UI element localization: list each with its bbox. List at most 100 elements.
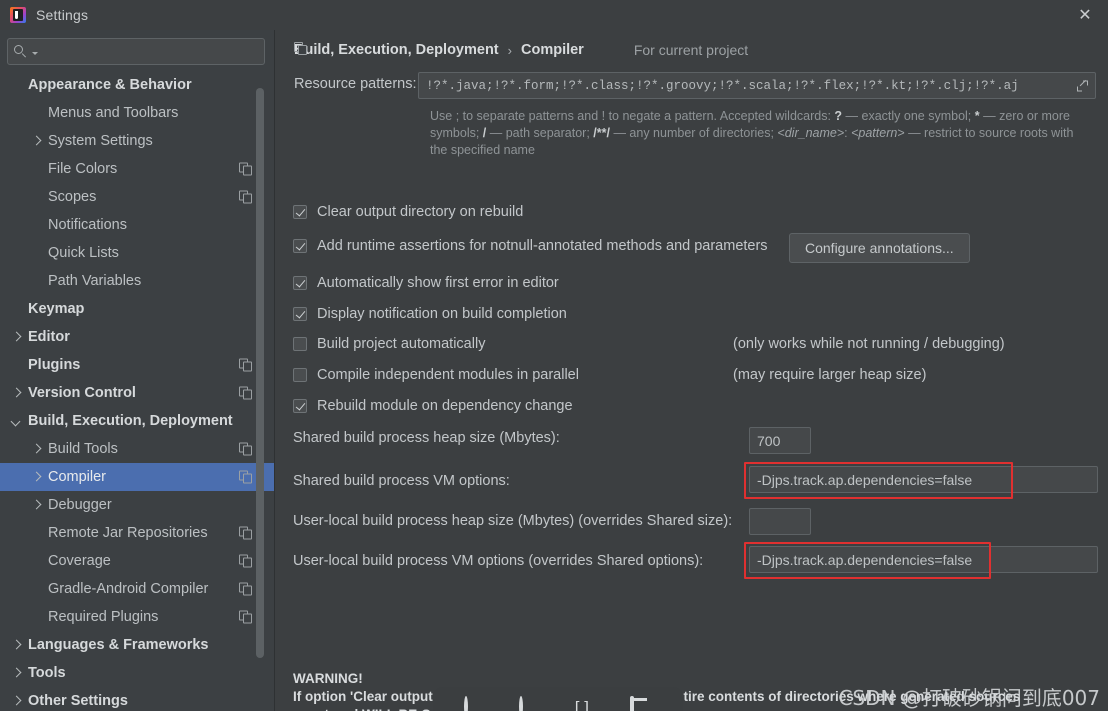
- sidebar-item-tools[interactable]: Tools: [0, 659, 274, 687]
- sidebar-item-label: Notifications: [48, 217, 127, 233]
- close-icon[interactable]: ✕: [1062, 0, 1108, 30]
- chevron-right-icon[interactable]: [30, 499, 43, 512]
- circle-icon[interactable]: [463, 696, 486, 711]
- sidebar-item-label: Path Variables: [48, 273, 142, 289]
- breadcrumb-current: Compiler: [520, 42, 584, 58]
- sidebar-item-path-variables[interactable]: Path Variables: [0, 267, 274, 295]
- breadcrumb: Build, Execution, Deployment › Compiler …: [294, 42, 748, 58]
- checkbox-checked-icon[interactable]: [293, 307, 307, 321]
- search-box[interactable]: [7, 38, 265, 65]
- checkbox-checked-icon[interactable]: [293, 205, 307, 219]
- chevron-right-icon[interactable]: [10, 331, 23, 344]
- sidebar-item-label: Other Settings: [28, 693, 128, 709]
- chevron-right-icon[interactable]: [30, 471, 43, 484]
- copy-icon: [239, 470, 252, 484]
- option-note: (only works while not running / debuggin…: [733, 336, 1005, 352]
- sidebar-scrollbar-thumb[interactable]: [256, 88, 264, 658]
- sidebar-item-languages-frameworks[interactable]: Languages & Frameworks: [0, 631, 274, 659]
- sidebar-item-scopes[interactable]: Scopes: [0, 183, 274, 211]
- sidebar-item-notifications[interactable]: Notifications: [0, 211, 274, 239]
- sidebar-item-editor[interactable]: Editor: [0, 323, 274, 351]
- user-local-heap-size-label: User-local build process heap size (Mbyt…: [293, 513, 733, 529]
- shared-vm-options-input[interactable]: -Djps.track.ap.dependencies=false: [749, 466, 1098, 493]
- sidebar-item-coverage[interactable]: Coverage: [0, 547, 274, 575]
- brackets-icon[interactable]: [ ]: [575, 698, 597, 711]
- sidebar-item-label: Build, Execution, Deployment: [28, 413, 233, 429]
- checkbox-checked-icon[interactable]: [293, 239, 307, 253]
- sidebar-item-compiler[interactable]: Compiler: [0, 463, 274, 491]
- checkbox-row[interactable]: Clear output directory on rebuild: [293, 204, 523, 220]
- checkbox-row[interactable]: Compile independent modules in parallel: [293, 367, 579, 383]
- checkbox-row[interactable]: Automatically show first error in editor: [293, 275, 559, 291]
- resource-patterns-hint: Use ; to separate patterns and ! to nega…: [430, 108, 1090, 159]
- chevron-right-icon[interactable]: [10, 387, 23, 400]
- expand-icon[interactable]: [1076, 79, 1089, 92]
- sidebar-item-build-execution-deployment[interactable]: Build, Execution, Deployment: [0, 407, 274, 435]
- sidebar-scrollbar-track[interactable]: [256, 30, 269, 711]
- shared-heap-size-input[interactable]: 700: [749, 427, 811, 454]
- checkbox-checked-icon[interactable]: [293, 399, 307, 413]
- user-local-vm-options-input[interactable]: -Djps.track.ap.dependencies=false: [749, 546, 1098, 573]
- sidebar-item-label: File Colors: [48, 161, 118, 177]
- sidebar-item-version-control[interactable]: Version Control: [0, 379, 274, 407]
- checkbox-label: Add runtime assertions for notnull-annot…: [317, 238, 768, 254]
- checkbox-row[interactable]: Display notification on build completion: [293, 306, 567, 322]
- sidebar-item-other-settings[interactable]: Other Settings: [0, 687, 274, 711]
- sidebar-item-file-colors[interactable]: File Colors: [0, 155, 274, 183]
- chevron-right-icon[interactable]: [30, 443, 43, 456]
- chevron-right-icon[interactable]: [10, 639, 23, 652]
- sidebar-item-required-plugins[interactable]: Required Plugins: [0, 603, 274, 631]
- chevron-down-icon[interactable]: [10, 415, 23, 428]
- chevron-right-icon[interactable]: [30, 135, 43, 148]
- sidebar-item-label: Debugger: [48, 497, 112, 513]
- sidebar-item-appearance-behavior[interactable]: Appearance & Behavior: [0, 71, 274, 99]
- search-input[interactable]: [38, 44, 258, 59]
- option-note: (may require larger heap size): [733, 367, 927, 383]
- checkbox-unchecked-icon[interactable]: [293, 368, 307, 382]
- sidebar-item-remote-jar-repositories[interactable]: Remote Jar Repositories: [0, 519, 274, 547]
- resource-patterns-row: Resource patterns:: [294, 76, 417, 92]
- sidebar-item-label: System Settings: [48, 133, 153, 149]
- user-local-heap-size-input[interactable]: [749, 508, 811, 535]
- chevron-right-icon[interactable]: [10, 695, 23, 708]
- sidebar-item-quick-lists[interactable]: Quick Lists: [0, 239, 274, 267]
- copy-icon: [239, 358, 252, 372]
- sidebar-item-label: Required Plugins: [48, 609, 159, 625]
- resource-patterns-input[interactable]: !?*.java;!?*.form;!?*.class;!?*.groovy;!…: [418, 72, 1096, 99]
- checkbox-row[interactable]: Rebuild module on dependency change: [293, 398, 573, 414]
- sidebar-item-gradle-android-compiler[interactable]: Gradle-Android Compiler: [0, 575, 274, 603]
- sidebar-item-plugins[interactable]: Plugins: [0, 351, 274, 379]
- checkbox-label: Compile independent modules in parallel: [317, 367, 579, 383]
- sidebar-item-label: Editor: [28, 329, 70, 345]
- resource-patterns-label: Resource patterns:: [294, 76, 417, 92]
- search-container: [0, 30, 274, 69]
- breadcrumb-parent[interactable]: Build, Execution, Deployment: [294, 42, 499, 58]
- sidebar-item-label: Coverage: [48, 553, 111, 569]
- circle-icon[interactable]: [519, 696, 541, 711]
- sidebar-item-keymap[interactable]: Keymap: [0, 295, 274, 323]
- configure-annotations-button[interactable]: Configure annotations...: [789, 233, 970, 263]
- checkbox-unchecked-icon[interactable]: [293, 337, 307, 351]
- project-scope-tag: For current project: [294, 42, 748, 58]
- sidebar-item-build-tools[interactable]: Build Tools: [0, 435, 274, 463]
- sidebar-item-debugger[interactable]: Debugger: [0, 491, 274, 519]
- copy-icon: [239, 386, 252, 400]
- checkbox-row[interactable]: Build project automatically: [293, 336, 485, 352]
- window-icon[interactable]: [630, 696, 652, 711]
- checkbox-row[interactable]: Add runtime assertions for notnull-annot…: [293, 238, 768, 254]
- checkbox-checked-icon[interactable]: [293, 276, 307, 290]
- shared-vm-options-value: -Djps.track.ap.dependencies=false: [757, 471, 973, 488]
- sidebar-item-system-settings[interactable]: System Settings: [0, 127, 274, 155]
- sidebar-item-menus-and-toolbars[interactable]: Menus and Toolbars: [0, 99, 274, 127]
- chevron-right-icon[interactable]: [10, 667, 23, 680]
- floating-overlay-toolbar[interactable]: [ ]: [433, 687, 683, 711]
- sidebar-item-label: Build Tools: [48, 441, 118, 457]
- hint-part-1: Use ; to separate patterns and ! to nega…: [430, 109, 835, 123]
